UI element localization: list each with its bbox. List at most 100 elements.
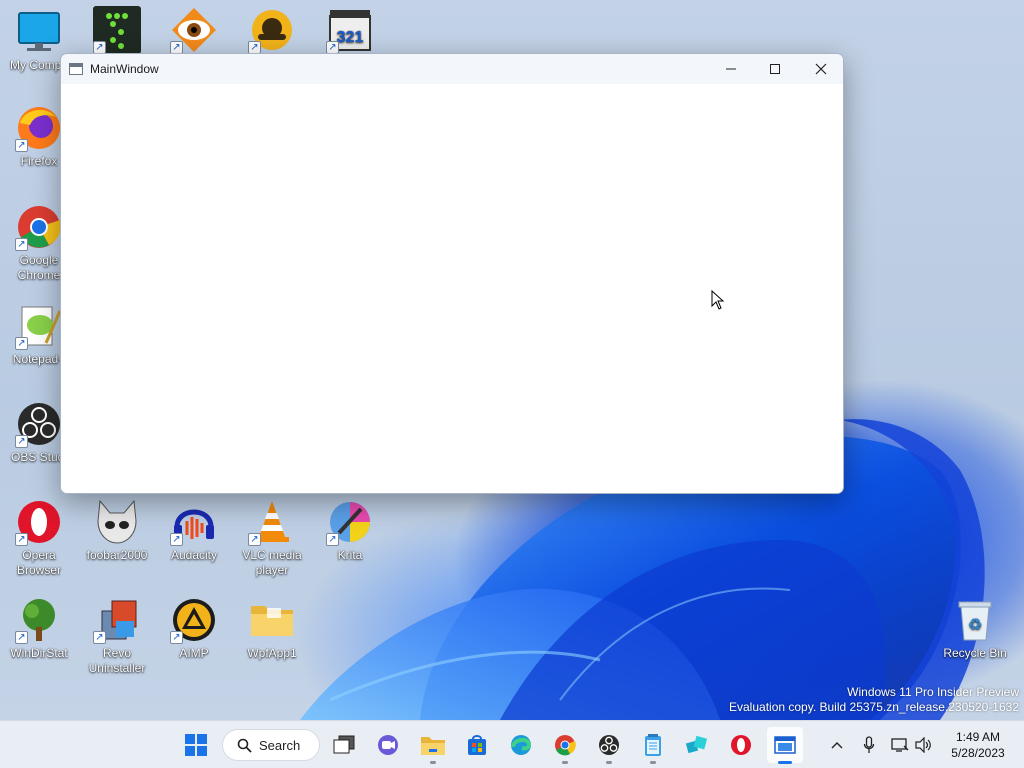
opera-icon: ↗: [15, 498, 63, 546]
chrome-icon: ↗: [15, 203, 63, 251]
shortcut-arrow-icon: ↗: [170, 631, 183, 644]
desktop-icon-mascot-app[interactable]: ↗: [233, 6, 311, 56]
active-indicator: [778, 761, 792, 764]
desktop-icon-vlc-media-player[interactable]: ↗ VLC media player: [233, 498, 311, 578]
maximize-button[interactable]: [752, 54, 798, 84]
task-view-button[interactable]: [326, 727, 362, 763]
vlc-icon: ↗: [248, 498, 296, 546]
shortcut-arrow-icon: ↗: [248, 533, 261, 546]
show-hidden-icons-button[interactable]: [827, 735, 847, 755]
media-player-classic-icon: 321 ↗: [326, 6, 374, 54]
file-explorer-icon: [421, 737, 445, 755]
desktop-icon-wpfapp1[interactable]: WpfApp1: [233, 596, 311, 661]
audacity-icon: ↗: [170, 498, 218, 546]
taskbar-file-explorer[interactable]: [415, 727, 451, 764]
desktop-icon-label: Opera Browser: [16, 548, 61, 577]
foobar2000-icon: [93, 498, 141, 546]
desktop-icon-media-player-classic[interactable]: 321 ↗: [311, 6, 389, 56]
desktop-icon-label: Revo Uninstaller: [88, 646, 146, 675]
svg-text:♻: ♻: [968, 615, 982, 634]
chevron-up-icon: [831, 742, 843, 749]
clock-time: 1:49 AM: [955, 730, 1001, 744]
desktop-icon-label: WinDirStat: [10, 646, 68, 660]
start-button[interactable]: [178, 727, 214, 763]
taskbar-edge[interactable]: [503, 727, 539, 763]
windows-logo-icon: [185, 734, 207, 756]
desktop-icon-opera-browser[interactable]: ↗ Opera Browser: [0, 498, 78, 578]
microphone-icon: [863, 736, 875, 753]
taskbar-chat[interactable]: [370, 727, 406, 763]
search-label: Search: [259, 737, 301, 753]
store-icon: [468, 735, 486, 755]
watermark-line-1: Windows 11 Pro Insider Preview: [847, 685, 1019, 699]
revo-uninstaller-icon: ↗: [93, 596, 141, 644]
desktop-icon-label: VLC media player: [242, 548, 302, 577]
microphone-button[interactable]: [859, 735, 879, 755]
shortcut-arrow-icon: ↗: [15, 435, 28, 448]
running-indicator: [562, 761, 568, 764]
shortcut-arrow-icon: ↗: [15, 337, 28, 350]
desktop-icon-green-dots-app[interactable]: ↗: [78, 6, 156, 56]
volume-button[interactable]: [914, 735, 934, 755]
window-title: MainWindow: [90, 62, 159, 76]
folder-icon: [248, 596, 296, 644]
desktop-icon-label: Recycle Bin: [943, 646, 1007, 660]
aimp-icon: ↗: [170, 596, 218, 644]
recycle-bin-icon: ♻: [951, 596, 999, 644]
svg-text:321: 321: [337, 29, 364, 46]
shortcut-arrow-icon: ↗: [15, 139, 28, 152]
taskbar: Search 1:49 AM 5/28/2023: [0, 720, 1024, 768]
taskbar-mainwindow-app[interactable]: [767, 727, 803, 764]
running-indicator: [430, 761, 436, 764]
search-icon: [237, 738, 252, 753]
window-content-area: [61, 84, 843, 493]
maximize-icon: [770, 64, 780, 74]
desktop-icon-krita[interactable]: ↗ Krita: [311, 498, 389, 563]
main-window[interactable]: MainWindow: [60, 53, 844, 494]
taskbar-notepad[interactable]: [635, 727, 671, 764]
taskbar-app-cubes[interactable]: [679, 727, 715, 763]
chat-icon: [378, 735, 398, 755]
taskbar-chrome[interactable]: [547, 727, 583, 764]
window-app-icon: [774, 736, 796, 754]
desktop-icon-aimp[interactable]: ↗ AIMP: [155, 596, 233, 661]
cubes-app-icon: [685, 735, 708, 754]
shortcut-arrow-icon: ↗: [15, 631, 28, 644]
minimize-icon: [726, 68, 736, 70]
taskbar-microsoft-store[interactable]: [459, 727, 495, 763]
firefox-icon: ↗: [15, 104, 63, 152]
chrome-icon: [555, 735, 576, 756]
close-button[interactable]: [798, 54, 843, 84]
monitor-icon: [15, 8, 63, 56]
desktop-icon-recycle-bin[interactable]: ♻ Recycle Bin: [936, 596, 1014, 661]
opera-icon: [731, 735, 751, 755]
taskbar-search-button[interactable]: Search: [222, 729, 320, 761]
clock-button[interactable]: 1:49 AM 5/28/2023: [936, 729, 1020, 761]
clock-date: 5/28/2023: [951, 746, 1005, 760]
shortcut-arrow-icon: ↗: [170, 533, 183, 546]
running-indicator: [650, 761, 656, 764]
desktop-icon-eye-app[interactable]: ↗: [155, 6, 233, 56]
shortcut-arrow-icon: ↗: [15, 238, 28, 251]
mouse-cursor-icon: [711, 289, 725, 315]
desktop-icon-foobar2000[interactable]: foobar2000: [78, 498, 156, 563]
minimize-button[interactable]: [708, 54, 754, 84]
taskbar-opera[interactable]: [723, 727, 759, 763]
title-bar[interactable]: MainWindow: [61, 54, 843, 84]
taskbar-obs[interactable]: [591, 727, 627, 764]
edge-icon: [511, 735, 532, 755]
shortcut-arrow-icon: ↗: [326, 533, 339, 546]
obs-icon: ↗: [15, 400, 63, 448]
evaluation-watermark: Windows 11 Pro Insider Preview Evaluatio…: [729, 685, 1019, 715]
desktop-icon-label: Krita: [337, 548, 363, 562]
desktop-icon-label: Audacity: [170, 548, 218, 562]
desktop-icon-label: foobar2000: [86, 548, 148, 562]
desktop-icon-revo-uninstaller[interactable]: ↗ Revo Uninstaller: [78, 596, 156, 676]
desktop-icon-audacity[interactable]: ↗ Audacity: [155, 498, 233, 563]
desktop-icon-windirstat[interactable]: ↗ WinDirStat: [0, 596, 78, 661]
running-indicator: [606, 761, 612, 764]
krita-icon: ↗: [326, 498, 374, 546]
green-dots-app-icon: ↗: [93, 6, 141, 54]
network-button[interactable]: [890, 735, 910, 755]
desktop-icon-label: WpfApp1: [247, 646, 297, 660]
